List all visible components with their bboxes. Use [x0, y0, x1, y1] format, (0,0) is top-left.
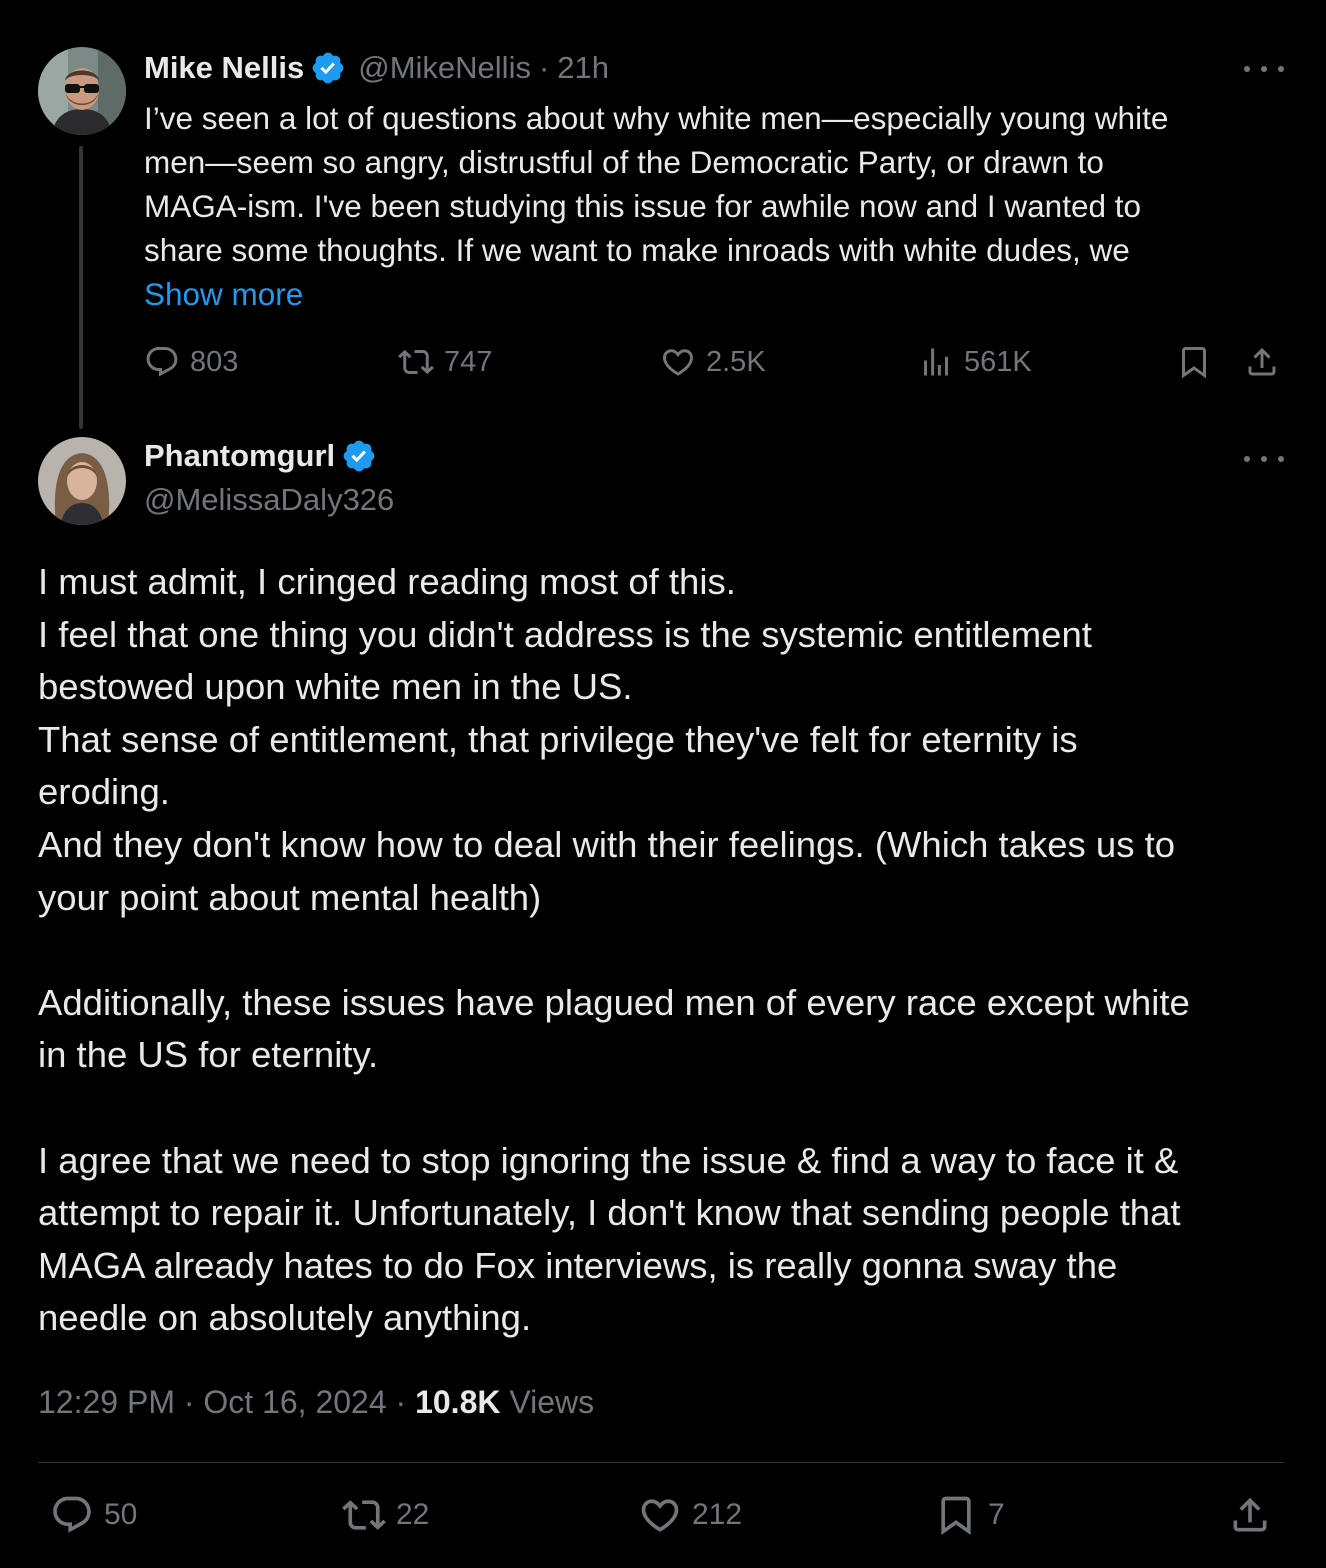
tweet-text-line: share some thoughts. If we want to make …	[144, 232, 1130, 268]
tweet-text-line: your point about mental health)	[38, 876, 542, 918]
post-date[interactable]: Oct 16, 2024	[203, 1384, 386, 1420]
views-count: 561K	[964, 345, 1032, 378]
verified-badge-icon	[341, 438, 377, 474]
verified-badge-icon	[310, 50, 346, 86]
separator-dot: ·	[183, 1384, 195, 1420]
timestamp[interactable]: 21h	[557, 50, 609, 86]
avatar-mike-nellis[interactable]	[38, 47, 126, 135]
like-button[interactable]: 2.5K	[660, 344, 766, 380]
tweet-text-line: attempt to repair it. Unfortunately, I d…	[38, 1192, 1181, 1234]
reply-tweet-text: I must admit, I cringed reading most of …	[38, 556, 1288, 1345]
views-count: 10.8K	[415, 1384, 501, 1420]
views-icon	[924, 348, 948, 376]
like-icon	[662, 349, 694, 376]
tweet-text-line: That sense of entitlement, that privileg…	[38, 718, 1078, 760]
like-count: 2.5K	[706, 345, 766, 378]
bookmark-count: 7	[988, 1498, 1005, 1531]
reply-author-row: Phantomgurl	[144, 438, 377, 474]
separator-dot: ·	[538, 50, 550, 85]
views-label: Views	[509, 1384, 595, 1420]
author-name[interactable]: Mike Nellis	[144, 50, 304, 86]
bookmark-button[interactable]	[1176, 344, 1212, 380]
author-handle[interactable]: @MikeNellis	[358, 50, 531, 86]
avatar-phantomgurl[interactable]	[38, 437, 126, 525]
tweet-text-line: I’ve seen a lot of questions about why w…	[144, 100, 1169, 136]
share-icon	[1248, 347, 1276, 376]
more-icon[interactable]	[1244, 54, 1284, 84]
like-count: 212	[692, 1498, 743, 1531]
share-button[interactable]	[1244, 344, 1280, 380]
tweet-text-line: MAGA-ism. I've been studying this issue …	[144, 188, 1142, 224]
tweet-text-line: And they don't know how to deal with the…	[38, 823, 1176, 865]
parent-tweet-header: Mike Nellis @MikeNellis · 21h	[144, 48, 609, 88]
reply-icon	[146, 347, 178, 377]
bookmark-icon	[941, 1496, 971, 1536]
like-button[interactable]: 212	[638, 1493, 742, 1537]
share-button[interactable]	[1228, 1493, 1272, 1537]
repost-icon	[342, 1500, 386, 1530]
bookmark-icon	[1182, 347, 1206, 379]
tweet-text-line: needle on absolutely anything.	[38, 1297, 532, 1339]
tweet-text-line: Additionally, these issues have plagued …	[38, 981, 1190, 1023]
reply-count: 50	[104, 1498, 138, 1531]
author-handle[interactable]: @MelissaDaly326	[144, 482, 394, 518]
bookmark-button[interactable]: 7	[934, 1493, 1005, 1537]
tweet-text-line: MAGA already hates to do Fox interviews,…	[38, 1244, 1118, 1286]
reply-button[interactable]: 50	[50, 1493, 137, 1537]
reply-button[interactable]: 803	[144, 344, 238, 380]
reply-icon	[53, 1496, 91, 1533]
tweet-text-line: eroding.	[38, 771, 170, 813]
thread-connector-line	[79, 146, 83, 429]
author-name[interactable]: Phantomgurl	[144, 438, 335, 474]
reply-count: 803	[190, 345, 239, 378]
share-icon	[1233, 1497, 1267, 1532]
repost-button[interactable]: 22	[342, 1493, 429, 1537]
post-time[interactable]: 12:29 PM	[38, 1384, 175, 1420]
repost-count: 747	[444, 345, 493, 378]
separator-dot: ·	[395, 1384, 407, 1420]
tweet-text-line: I must admit, I cringed reading most of …	[38, 561, 736, 602]
show-more-link[interactable]: Show more	[144, 272, 1284, 316]
tweet-text-line: I agree that we need to stop ignoring th…	[38, 1139, 1179, 1181]
tweet-text-line: I feel that one thing you didn't address…	[38, 613, 1092, 655]
tweet-text-line: bestowed upon white men in the US.	[38, 666, 633, 708]
repost-button[interactable]: 747	[398, 344, 492, 380]
like-icon	[641, 1499, 679, 1532]
divider	[38, 1462, 1284, 1463]
tweet-text-line: in the US for eternity.	[38, 1034, 379, 1076]
more-icon[interactable]	[1244, 444, 1284, 474]
repost-count: 22	[396, 1498, 430, 1531]
tweet-meta: 12:29 PM · Oct 16, 2024 · 10.8K Views	[38, 1384, 594, 1421]
tweet-thread: Mike Nellis @MikeNellis · 21h I’ve seen …	[0, 0, 1326, 1568]
tweet-text-line: men—seem so angry, distrustful of the De…	[144, 144, 1104, 180]
views-button[interactable]: 561K	[918, 344, 1032, 380]
parent-tweet-text: I’ve seen a lot of questions about why w…	[144, 96, 1284, 316]
repost-icon	[398, 349, 434, 375]
